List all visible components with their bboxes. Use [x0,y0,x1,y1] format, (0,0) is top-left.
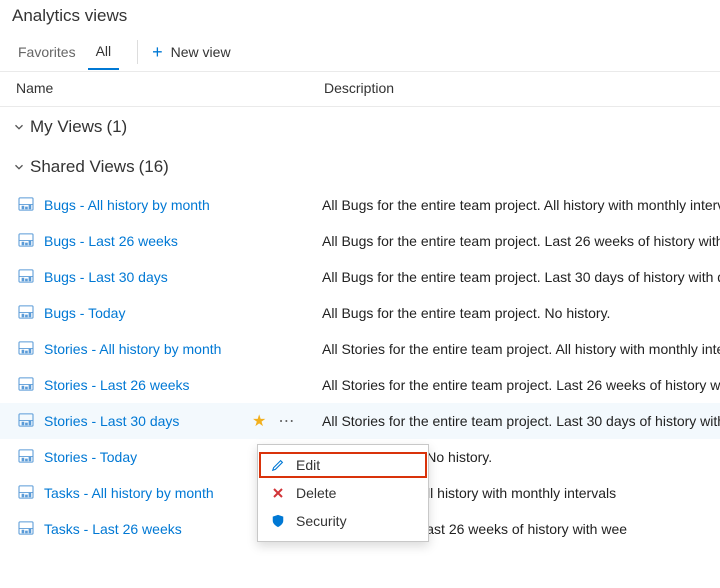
view-icon [18,269,36,285]
table-row[interactable]: Bugs - Today All Bugs for the entire team… [0,295,720,331]
table-row[interactable]: Stories - Last 26 weeks All Stories for t… [0,367,720,403]
view-icon [18,449,36,465]
view-description: All Bugs for the entire team project. La… [322,233,720,249]
plus-icon: + [152,43,163,61]
menu-item-security-label: Security [296,513,347,529]
view-description: All Bugs for the entire team project. La… [322,269,720,285]
view-name-link[interactable]: Stories - Today [44,449,250,465]
view-description: All Bugs for the entire team project. Al… [322,197,720,213]
row-actions: ★⋯ [250,411,322,431]
view-name-link[interactable]: Bugs - Last 30 days [44,269,250,285]
view-icon [18,341,36,357]
table-row[interactable]: Bugs - Last 26 weeks All Bugs for the ent… [0,223,720,259]
view-icon [18,413,36,429]
section-my-views-count: (1) [106,117,127,137]
view-icon [18,377,36,393]
menu-item-delete[interactable]: Delete [258,479,428,507]
view-description: All Stories for the entire team project.… [322,377,720,393]
page-title: Analytics views [0,0,720,32]
column-headers: Name Description [0,72,720,107]
table-row[interactable]: Bugs - Last 30 days All Bugs for the enti… [0,259,720,295]
more-actions-button[interactable]: ⋯ [278,411,295,431]
new-view-button[interactable]: + New view [152,43,230,61]
shield-icon [270,513,286,529]
chevron-down-icon [12,120,26,134]
menu-item-delete-label: Delete [296,485,336,501]
section-shared-views-count: (16) [139,157,169,177]
toolbar: Favorites All + New view [0,32,720,72]
tab-favorites[interactable]: Favorites [10,35,84,69]
chevron-down-icon [12,160,26,174]
section-shared-views-label: Shared Views [30,157,135,177]
view-description: All Bugs for the entire team project. No… [322,305,720,321]
tab-all[interactable]: All [88,34,120,70]
view-icon [18,233,36,249]
x-icon [270,485,286,501]
view-description: All Stories for the entire team project.… [322,413,720,429]
new-view-label: New view [171,44,231,60]
view-name-link[interactable]: Bugs - Last 26 weeks [44,233,250,249]
column-header-description[interactable]: Description [324,80,708,96]
view-name-link[interactable]: Stories - All history by month [44,341,250,357]
view-name-link[interactable]: Stories - Last 30 days [44,413,250,429]
table-row[interactable]: Stories - All history by month All Storie… [0,331,720,367]
view-icon [18,305,36,321]
star-icon[interactable]: ★ [252,411,266,431]
view-icon [18,521,36,537]
view-name-link[interactable]: Stories - Last 26 weeks [44,377,250,393]
column-header-name[interactable]: Name [12,80,324,96]
view-icon [18,197,36,213]
section-shared-views[interactable]: Shared Views (16) [0,147,720,187]
view-description: All Stories for the entire team project.… [322,341,720,357]
section-my-views-label: My Views [30,117,102,137]
menu-item-edit-label: Edit [296,457,320,473]
view-name-link[interactable]: Bugs - Today [44,305,250,321]
view-name-link[interactable]: Tasks - All history by month [44,485,250,501]
vertical-separator [137,40,138,64]
view-name-link[interactable]: Bugs - All history by month [44,197,250,213]
menu-item-security[interactable]: Security [258,507,428,535]
pencil-icon [270,457,286,473]
menu-item-edit[interactable]: Edit [258,451,428,479]
view-icon [18,485,36,501]
table-row[interactable]: Bugs - All history by month All Bugs for … [0,187,720,223]
table-row[interactable]: Stories - Last 30 days★⋯All Stories for … [0,403,720,439]
section-my-views[interactable]: My Views (1) [0,107,720,147]
context-menu: Edit Delete Security [257,444,429,542]
view-name-link[interactable]: Tasks - Last 26 weeks [44,521,250,537]
